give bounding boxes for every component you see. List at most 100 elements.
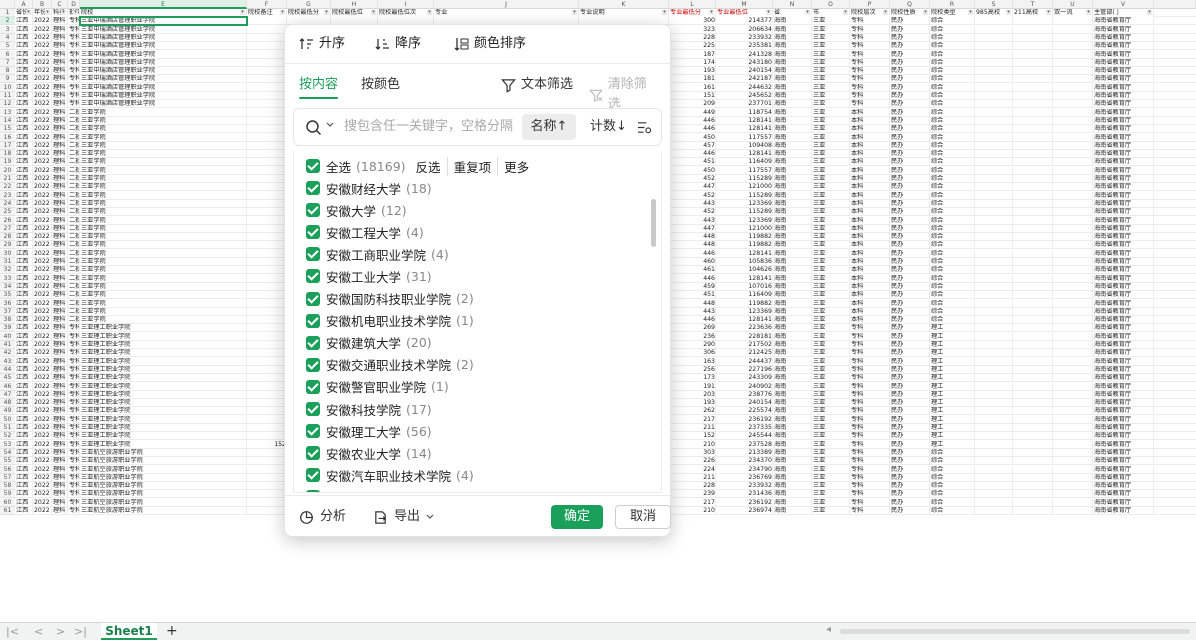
table-cell[interactable] <box>247 208 287 217</box>
table-cell[interactable] <box>1013 25 1053 34</box>
table-cell[interactable]: 专科 <box>850 75 890 84</box>
table-cell[interactable] <box>1013 166 1053 175</box>
table-cell[interactable]: 448 <box>669 233 716 242</box>
table-cell[interactable]: 225574 <box>716 407 773 416</box>
table-cell[interactable]: 海南 <box>773 332 812 341</box>
table-cell[interactable]: 三亚 <box>812 133 850 142</box>
table-cell[interactable]: 理工 <box>930 349 975 358</box>
table-cell[interactable] <box>975 108 1013 117</box>
table-cell[interactable]: 三亚 <box>812 465 850 474</box>
table-cell[interactable]: 海南 <box>773 291 812 300</box>
row-number[interactable]: 51 <box>0 424 15 432</box>
table-cell[interactable]: 理科 <box>52 42 68 51</box>
table-cell[interactable]: 240154 <box>716 399 773 408</box>
table-cell[interactable]: 专科 <box>850 432 890 441</box>
table-cell[interactable]: 综合 <box>930 216 975 225</box>
table-cell[interactable]: 三亚 <box>812 415 850 424</box>
header-cell[interactable]: 院校备注 ▾ <box>247 9 287 17</box>
table-cell[interactable]: 本科 <box>850 133 890 142</box>
table-cell[interactable]: 海南 <box>773 432 812 441</box>
table-cell[interactable]: 三亚 <box>812 258 850 266</box>
table-cell[interactable]: 江西 <box>15 448 33 457</box>
value-list[interactable]: 全选 (18169) 反选 重复项 更多 安徽财经大学 (18) 安徽大学 (12) 安… <box>293 151 662 493</box>
table-cell[interactable] <box>975 249 1013 258</box>
table-cell[interactable]: 理工 <box>930 390 975 399</box>
table-cell[interactable]: 理科 <box>52 507 68 515</box>
table-cell[interactable] <box>975 67 1013 76</box>
table-cell[interactable]: 本科 <box>850 208 890 217</box>
table-cell[interactable]: 128141 <box>716 316 773 325</box>
table-cell[interactable] <box>1053 324 1093 333</box>
table-cell[interactable]: 二批 <box>68 175 80 183</box>
table-cell[interactable] <box>1053 166 1093 175</box>
table-cell[interactable]: 三亚航空旅游职业学院 <box>80 473 247 482</box>
table-cell[interactable]: 三亚 <box>812 507 850 515</box>
table-cell[interactable]: 本科 <box>850 291 890 300</box>
table-cell[interactable] <box>247 374 287 383</box>
table-cell[interactable]: 海南省教育厅 <box>1093 374 1154 383</box>
table-cell[interactable]: 二批 <box>68 133 80 142</box>
header-cell[interactable]: 年份 ▾ <box>33 9 52 17</box>
column-header-m[interactable]: M <box>716 0 773 9</box>
table-cell[interactable] <box>1013 42 1053 51</box>
table-cell[interactable]: 三亚学院 <box>80 125 247 134</box>
table-cell[interactable]: 2022 <box>33 440 52 449</box>
table-cell[interactable] <box>975 457 1013 466</box>
column-header-b[interactable]: B <box>33 0 52 9</box>
table-cell[interactable]: 江西 <box>15 241 33 250</box>
table-cell[interactable]: 海南省教育厅 <box>1093 42 1154 51</box>
table-cell[interactable]: 理科 <box>52 175 68 183</box>
table-cell[interactable]: 二批 <box>68 216 80 225</box>
table-cell[interactable]: 海南 <box>773 507 812 515</box>
table-cell[interactable]: 海南 <box>773 299 812 308</box>
table-cell[interactable]: 民办 <box>890 440 930 449</box>
table-cell[interactable]: 海南省教育厅 <box>1093 365 1154 374</box>
table-cell[interactable]: 综合 <box>930 282 975 291</box>
table-cell[interactable]: 244632 <box>716 83 773 92</box>
table-cell[interactable]: 海南 <box>773 33 812 42</box>
table-cell[interactable]: 2022 <box>33 407 52 416</box>
table-cell[interactable]: 海南 <box>773 258 812 266</box>
table-cell[interactable]: 江西 <box>15 17 33 26</box>
table-cell[interactable]: 江西 <box>15 58 33 67</box>
table-cell[interactable]: 三亚 <box>812 116 850 125</box>
table-cell[interactable]: 449 <box>669 108 716 117</box>
checkbox-checked[interactable] <box>306 203 320 218</box>
table-cell[interactable]: 三亚学院 <box>80 158 247 167</box>
table-cell[interactable]: 269 <box>669 324 716 333</box>
table-cell[interactable]: 理工 <box>930 382 975 391</box>
table-cell[interactable]: 民办 <box>890 224 930 233</box>
checkbox-checked[interactable] <box>306 446 320 461</box>
column-header-f[interactable]: F <box>247 0 287 9</box>
table-cell[interactable]: 专科 <box>850 424 890 432</box>
table-cell[interactable] <box>1013 282 1053 291</box>
table-cell[interactable]: 综合 <box>930 116 975 125</box>
filter-dropdown-icon[interactable]: ▾ <box>805 10 810 15</box>
table-cell[interactable]: 海南 <box>773 183 812 192</box>
table-cell[interactable]: 151 <box>669 92 716 100</box>
table-cell[interactable] <box>1013 249 1053 258</box>
table-cell[interactable]: 江西 <box>15 415 33 424</box>
table-cell[interactable]: 二批 <box>68 141 80 150</box>
table-cell[interactable]: 三亚理工职业学院 <box>80 424 247 432</box>
header-cell[interactable]: 批次▾ <box>68 9 80 17</box>
table-cell[interactable]: 海南省教育厅 <box>1093 390 1154 399</box>
table-cell[interactable]: 海南省教育厅 <box>1093 407 1154 416</box>
table-cell[interactable]: 三亚理工职业学院 <box>80 407 247 416</box>
table-cell[interactable]: 三亚学院 <box>80 299 247 308</box>
table-cell[interactable]: 三亚 <box>812 448 850 457</box>
table-cell[interactable]: 理科 <box>52 382 68 391</box>
table-cell[interactable]: 117557 <box>716 166 773 175</box>
table-cell[interactable]: 江西 <box>15 349 33 358</box>
table-cell[interactable] <box>1053 108 1093 117</box>
table-cell[interactable]: 综合 <box>930 208 975 217</box>
table-cell[interactable]: 民办 <box>890 390 930 399</box>
table-cell[interactable]: 海南 <box>773 374 812 383</box>
table-cell[interactable]: 三亚学院 <box>80 108 247 117</box>
table-cell[interactable]: 三亚 <box>812 199 850 208</box>
column-header-r[interactable]: R <box>930 0 975 9</box>
row-number[interactable]: 20 <box>0 166 15 175</box>
table-cell[interactable]: 海南省教育厅 <box>1093 216 1154 225</box>
table-cell[interactable] <box>975 291 1013 300</box>
table-cell[interactable]: 290 <box>669 341 716 349</box>
